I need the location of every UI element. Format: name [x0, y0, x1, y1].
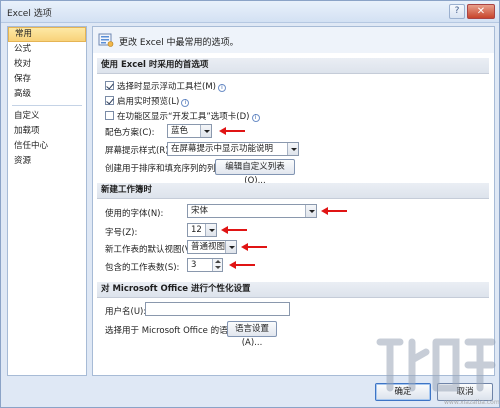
- screentip-label: 屏幕提示样式(R):: [105, 146, 172, 156]
- sidebar-item-customize[interactable]: 自定义: [8, 109, 86, 124]
- annotation-arrow: [321, 207, 347, 215]
- sidebar-item-proofing[interactable]: 校对: [8, 57, 86, 72]
- custom-lists-label: 创建用于排序和填充序列的列表:: [105, 164, 227, 174]
- font-select[interactable]: 宋体: [187, 204, 317, 218]
- annotation-arrow: [229, 261, 255, 269]
- language-settings-button[interactable]: 语言设置(A)...: [227, 321, 277, 348]
- font-size-label: 字号(Z):: [105, 228, 138, 238]
- title-bar: Excel 选项 ? ✕: [1, 1, 499, 23]
- watermark-logo: [376, 338, 496, 392]
- color-scheme-label: 配色方案(C):: [105, 128, 155, 138]
- options-panel: 更改 Excel 中最常用的选项。 使用 Excel 时采用的首选项 选择时显示…: [92, 26, 495, 376]
- sidebar-divider: [12, 105, 82, 106]
- section-personalize: 对 Microsoft Office 进行个性化设置: [97, 282, 489, 298]
- color-scheme-select[interactable]: 蓝色: [167, 124, 212, 138]
- sidebar-item-trust-center[interactable]: 信任中心: [8, 139, 86, 154]
- sidebar-item-formulas[interactable]: 公式: [8, 42, 86, 57]
- info-icon: i: [217, 84, 226, 92]
- mini-toolbar-label: 选择时显示浮动工具栏(M): [117, 82, 216, 92]
- info-icon: i: [251, 114, 260, 122]
- window-title: Excel 选项: [7, 9, 52, 19]
- annotation-arrow: [241, 243, 267, 251]
- font-label: 使用的字体(N):: [105, 209, 164, 219]
- language-label: 选择用于 Microsoft Office 的语言:: [105, 326, 239, 336]
- chevron-down-icon[interactable]: [287, 143, 298, 155]
- help-button[interactable]: ?: [449, 4, 465, 19]
- user-name-input[interactable]: [145, 302, 290, 316]
- font-value: 宋体: [191, 206, 209, 216]
- annotation-arrow: [221, 226, 247, 234]
- chevron-down-icon[interactable]: [200, 125, 211, 137]
- sidebar-item-resources[interactable]: 资源: [8, 154, 86, 169]
- default-view-select[interactable]: 普通视图: [187, 240, 237, 254]
- info-icon: i: [181, 99, 190, 107]
- live-preview-option[interactable]: 启用实时预览(L) i: [105, 95, 190, 107]
- sheet-count-spinner[interactable]: 3: [187, 258, 223, 272]
- panel-header-text: 更改 Excel 中最常用的选项。: [119, 38, 239, 48]
- sidebar-item-advanced[interactable]: 高级: [8, 87, 86, 102]
- screentip-value: 在屏幕提示中显示功能说明: [171, 144, 274, 154]
- default-view-value: 普通视图: [191, 242, 226, 252]
- mini-toolbar-checkbox[interactable]: [105, 81, 114, 90]
- sidebar-item-save[interactable]: 保存: [8, 72, 86, 87]
- chevron-down-icon[interactable]: [225, 241, 236, 253]
- chevron-down-icon[interactable]: [205, 224, 216, 236]
- section-new-workbook: 新建工作簿时: [97, 183, 489, 199]
- developer-tab-option[interactable]: 在功能区显示“开发工具”选项卡(D) i: [105, 110, 260, 122]
- developer-tab-checkbox[interactable]: [105, 111, 114, 120]
- default-view-label: 新工作表的默认视图(V):: [105, 245, 197, 255]
- section-top-options: 使用 Excel 时采用的首选项: [97, 58, 489, 74]
- mini-toolbar-option[interactable]: 选择时显示浮动工具栏(M) i: [105, 80, 226, 92]
- live-preview-label: 启用实时预览(L): [117, 97, 180, 107]
- spinner-arrows-icon[interactable]: [212, 259, 222, 271]
- screentip-select[interactable]: 在屏幕提示中显示功能说明: [167, 142, 299, 156]
- developer-tab-label: 在功能区显示“开发工具”选项卡(D): [117, 112, 250, 122]
- options-icon: [98, 33, 114, 47]
- panel-header: 更改 Excel 中最常用的选项。: [93, 27, 494, 53]
- edit-custom-lists-button[interactable]: 编辑自定义列表(O)...: [215, 159, 295, 186]
- live-preview-checkbox[interactable]: [105, 96, 114, 105]
- user-name-label: 用户名(U):: [105, 307, 147, 317]
- close-button[interactable]: ✕: [467, 4, 495, 19]
- sidebar-item-popular[interactable]: 常用: [8, 27, 86, 42]
- watermark-url: www.xiazaiba.com: [444, 399, 500, 406]
- chevron-down-icon[interactable]: [305, 205, 316, 217]
- category-sidebar: 常用 公式 校对 保存 高级 自定义 加载项 信任中心 资源: [7, 26, 87, 376]
- sidebar-item-addins[interactable]: 加载项: [8, 124, 86, 139]
- sheet-count-value: 3: [191, 260, 197, 270]
- font-size-value: 12: [191, 225, 202, 235]
- annotation-arrow: [219, 127, 245, 135]
- color-scheme-value: 蓝色: [171, 126, 189, 136]
- font-size-select[interactable]: 12: [187, 223, 217, 237]
- sheet-count-label: 包含的工作表数(S):: [105, 263, 180, 273]
